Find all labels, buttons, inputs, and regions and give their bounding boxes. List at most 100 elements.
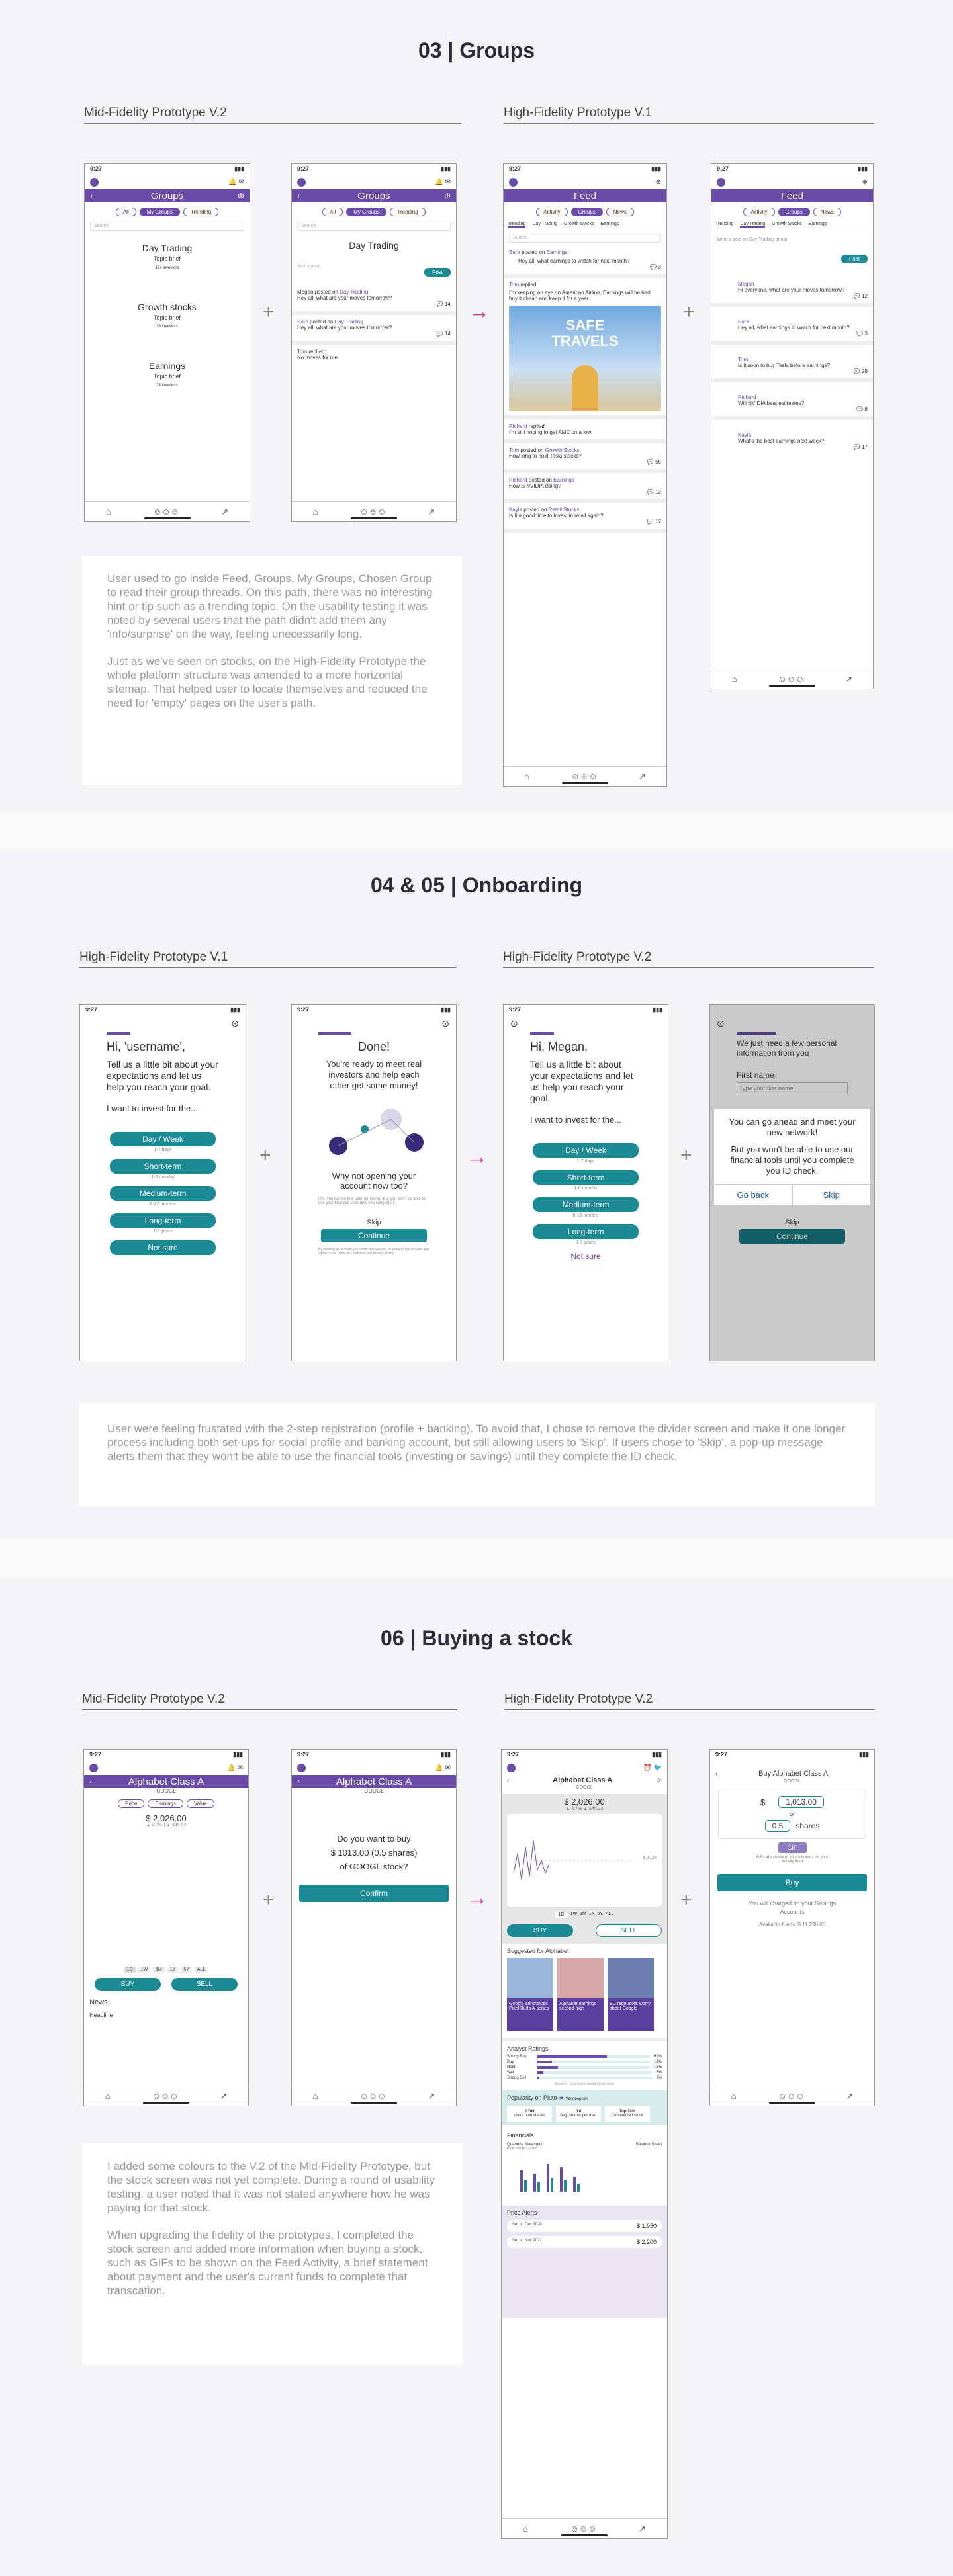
back-icon[interactable]: ‹ bbox=[90, 191, 93, 200]
back-icon[interactable]: ⊙ bbox=[80, 1015, 246, 1032]
sell-button[interactable]: SELL bbox=[171, 1978, 238, 1991]
amount-input[interactable]: 1,013.00 bbox=[778, 1796, 824, 1808]
post[interactable]: Megan posted on Day Trading Hey all, what… bbox=[292, 285, 456, 315]
tab-trending[interactable]: Trending bbox=[183, 208, 219, 216]
back-icon[interactable]: ⊙ bbox=[504, 1015, 668, 1032]
back-icon[interactable]: ‹ bbox=[297, 1777, 300, 1786]
group-item[interactable]: Earnings Topic brief 74 investors bbox=[85, 361, 250, 388]
trend-icon[interactable]: ↗ bbox=[639, 771, 646, 782]
tab-all[interactable]: All bbox=[115, 208, 136, 216]
home-icon[interactable]: ⌂ bbox=[732, 674, 737, 684]
buy-button[interactable]: BUY bbox=[95, 1978, 161, 1991]
avatar[interactable] bbox=[90, 177, 99, 187]
shares-input[interactable]: 0.5 bbox=[764, 1820, 791, 1832]
buy-button[interactable]: Buy bbox=[717, 1874, 867, 1891]
go-back-button[interactable]: Go back bbox=[714, 1185, 793, 1205]
groups-icon[interactable]: ☺☺☺ bbox=[152, 2091, 179, 2101]
trend-icon[interactable]: ↗ bbox=[221, 507, 228, 517]
avatar[interactable] bbox=[507, 1763, 516, 1772]
alert-row[interactable]: Set on Dec 2020 $ 1,950 bbox=[507, 2220, 662, 2232]
option-button[interactable]: Medium-term bbox=[533, 1197, 639, 1212]
continue-button[interactable]: Continue bbox=[321, 1229, 427, 1242]
post[interactable]: Kayla posted on Retail Stocks Is it a goo… bbox=[504, 503, 666, 533]
news-headline[interactable]: Headline bbox=[84, 2009, 248, 2021]
home-icon[interactable]: ⌂ bbox=[105, 2091, 111, 2101]
back-icon[interactable]: ⊙ bbox=[710, 1005, 874, 1032]
trend-icon[interactable]: ↗ bbox=[639, 2524, 646, 2534]
back-icon[interactable]: ‹ bbox=[297, 191, 300, 200]
trend-icon[interactable]: ↗ bbox=[220, 2091, 228, 2102]
add-icon[interactable]: ⊕ bbox=[862, 179, 868, 186]
news-card[interactable]: Google announces Pixel Buds A-series bbox=[507, 1958, 553, 2031]
post[interactable]: Sara posted on Earnings Hey all, what ear… bbox=[504, 245, 666, 278]
post-button[interactable]: Post bbox=[840, 255, 868, 263]
write-post-input[interactable]: Write a post on Day Trading group bbox=[717, 237, 868, 242]
option-button[interactable]: Medium-term bbox=[110, 1186, 216, 1201]
groups-icon[interactable]: ☺☺☺ bbox=[360, 2091, 386, 2101]
option-button[interactable]: Short-term bbox=[110, 1159, 216, 1174]
post[interactable]: Tom Is it soon to buy Tesla before earnin… bbox=[711, 345, 873, 382]
continue-button[interactable]: Continue bbox=[739, 1229, 845, 1244]
home-icon[interactable]: ⌂ bbox=[313, 507, 318, 517]
groups-icon[interactable]: ☺☺☺ bbox=[778, 2091, 805, 2101]
avatar[interactable] bbox=[297, 177, 306, 187]
first-name-input[interactable]: Type your first name bbox=[737, 1082, 848, 1094]
home-icon[interactable]: ⌂ bbox=[731, 2091, 737, 2101]
buy-button[interactable]: BUY bbox=[507, 1924, 573, 1937]
home-icon[interactable]: ⌂ bbox=[106, 507, 111, 517]
groups-icon[interactable]: ☺☺☺ bbox=[778, 674, 805, 684]
avatar[interactable] bbox=[509, 177, 518, 187]
tab-my-groups[interactable]: My Groups bbox=[139, 208, 180, 216]
skip-link[interactable]: Skip bbox=[292, 1219, 456, 1226]
bell-icon[interactable]: 🔔 ✉ bbox=[228, 179, 244, 186]
bell-icon[interactable]: 🔔 ✉ bbox=[227, 1764, 243, 1772]
option-button[interactable]: Not sure bbox=[110, 1240, 216, 1255]
add-icon[interactable]: ⊕ bbox=[444, 191, 451, 200]
option-button[interactable]: Short-term bbox=[533, 1170, 639, 1185]
post[interactable]: Kayla What's the best earnings next week?… bbox=[711, 420, 873, 454]
avatar[interactable] bbox=[717, 177, 725, 187]
post[interactable]: Sara Hey all, what earnings to watch for … bbox=[711, 307, 873, 345]
confirm-button[interactable]: Confirm bbox=[299, 1885, 449, 1902]
add-icon[interactable]: ⊕ bbox=[656, 179, 661, 186]
trend-icon[interactable]: ↗ bbox=[428, 507, 435, 517]
post[interactable]: Richard Will NVIDIA beat estimates? 💬 8 bbox=[711, 382, 873, 420]
post[interactable]: Sara posted on Day Trading Hey all, what … bbox=[292, 315, 456, 345]
option-button[interactable]: Day / Week bbox=[533, 1143, 639, 1158]
back-icon[interactable]: ‹ bbox=[89, 1777, 92, 1786]
post[interactable]: Richard replied: I'm still hoping to get … bbox=[504, 419, 666, 443]
post[interactable]: Megan Hi everyone, what are your moves to… bbox=[711, 269, 873, 307]
post[interactable]: Richard posted on Earnings How is NVIDIA … bbox=[504, 473, 666, 503]
trend-icon[interactable]: ↗ bbox=[845, 674, 852, 685]
bell-icon[interactable]: 🔔 ✉ bbox=[435, 179, 451, 186]
post-button[interactable]: Post bbox=[424, 268, 451, 277]
search-input[interactable]: Search bbox=[90, 222, 244, 231]
trend-icon[interactable]: ↗ bbox=[428, 2091, 435, 2102]
groups-icon[interactable]: ☺☺☺ bbox=[153, 507, 179, 517]
news-card[interactable]: EU regulators worry about Google bbox=[608, 1958, 654, 2031]
alert-icon[interactable]: ⏰ 🐦 bbox=[643, 1764, 662, 1772]
sell-button[interactable]: SELL bbox=[596, 1924, 662, 1937]
post[interactable]: Tom posted on Growth Stocks How long to h… bbox=[504, 443, 666, 473]
alert-row[interactable]: Set on Nov 2021 $ 2,200 bbox=[507, 2236, 662, 2248]
avatar[interactable] bbox=[297, 1763, 306, 1772]
add-icon[interactable]: ⊕ bbox=[238, 191, 244, 200]
search-input[interactable]: Search bbox=[509, 234, 661, 243]
option-button[interactable]: Long-term bbox=[110, 1213, 216, 1228]
not-sure-link[interactable]: Not sure bbox=[504, 1252, 668, 1261]
group-item[interactable]: Day Trading Topic brief 174 investors bbox=[85, 243, 250, 270]
post[interactable]: Tom replied: I'm keeping an eye on Americ… bbox=[504, 278, 666, 419]
back-icon[interactable]: ⊙ bbox=[292, 1015, 456, 1032]
post[interactable]: Tom replied: No moves for me. bbox=[292, 345, 456, 365]
search-input[interactable]: Search bbox=[297, 222, 451, 231]
skip-button[interactable]: Skip bbox=[793, 1185, 871, 1205]
option-button[interactable]: Day / Week bbox=[110, 1132, 216, 1146]
home-icon[interactable]: ⌂ bbox=[313, 2091, 318, 2101]
group-item[interactable]: Growth stocks Topic brief 36 investors bbox=[85, 302, 250, 329]
avatar[interactable] bbox=[89, 1763, 98, 1772]
home-icon[interactable]: ⌂ bbox=[523, 2524, 528, 2534]
groups-icon[interactable]: ☺☺☺ bbox=[360, 507, 386, 517]
bell-icon[interactable]: 🔔 ✉ bbox=[435, 1764, 451, 1772]
groups-icon[interactable]: ☺☺☺ bbox=[570, 2524, 597, 2534]
star-icon[interactable]: ☆ bbox=[656, 1777, 662, 1784]
